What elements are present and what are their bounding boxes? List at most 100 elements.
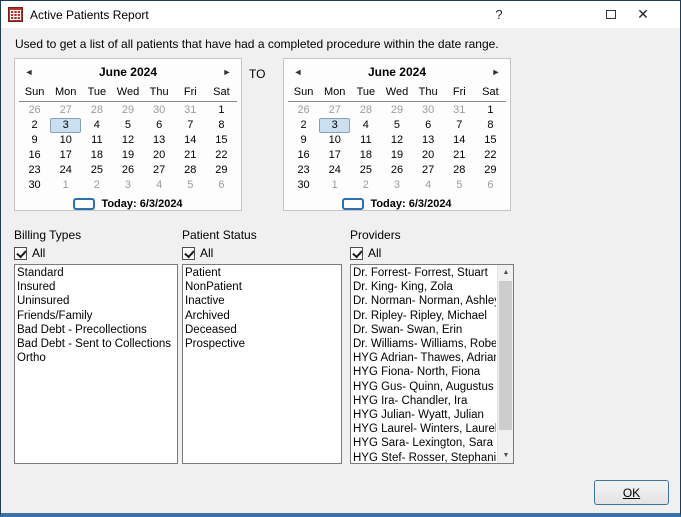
list-item[interactable]: Dr. Norman- Norman, Ashley <box>353 294 496 308</box>
calendar-day[interactable]: 21 <box>175 148 206 163</box>
calendar-day[interactable]: 4 <box>81 118 112 133</box>
calendar-day[interactable]: 15 <box>475 133 506 148</box>
calendar-day[interactable]: 1 <box>319 178 350 193</box>
patient-status-all-checkbox[interactable] <box>182 247 195 260</box>
list-item[interactable]: NonPatient <box>185 280 341 294</box>
list-item[interactable]: Insured <box>17 280 177 294</box>
list-item[interactable]: HYG Stef- Rosser, Stephanie <box>353 451 496 464</box>
calendar-day-selected[interactable]: 3 <box>50 118 81 133</box>
calendar-day[interactable]: 27 <box>413 163 444 178</box>
providers-all-checkbox[interactable] <box>350 247 363 260</box>
calendar-day[interactable]: 20 <box>144 148 175 163</box>
calendar-day[interactable]: 11 <box>81 133 112 148</box>
calendar-day[interactable]: 23 <box>19 163 50 178</box>
calendar-day[interactable]: 9 <box>288 133 319 148</box>
today-row[interactable]: Today: 6/3/2024 <box>15 194 241 213</box>
calendar-day[interactable]: 5 <box>444 178 475 193</box>
calendar-day[interactable]: 16 <box>19 148 50 163</box>
calendar-day[interactable]: 30 <box>413 103 444 118</box>
calendar-day[interactable]: 24 <box>50 163 81 178</box>
next-month-icon[interactable]: ► <box>213 67 241 77</box>
calendar-day[interactable]: 1 <box>50 178 81 193</box>
calendar-day[interactable]: 16 <box>288 148 319 163</box>
calendar-day[interactable]: 30 <box>144 103 175 118</box>
list-item[interactable]: Ortho <box>17 351 177 365</box>
calendar-day[interactable]: 13 <box>413 133 444 148</box>
calendar-day[interactable]: 29 <box>381 103 412 118</box>
calendar-day[interactable]: 28 <box>175 163 206 178</box>
list-item[interactable]: HYG Julian- Wyatt, Julian <box>353 408 496 422</box>
calendar-day[interactable]: 24 <box>319 163 350 178</box>
list-item[interactable]: Patient <box>185 266 341 280</box>
list-item[interactable]: Bad Debt - Sent to Collections <box>17 337 177 351</box>
list-item[interactable]: Archived <box>185 309 341 323</box>
calendar-day[interactable]: 12 <box>381 133 412 148</box>
calendar-day[interactable]: 3 <box>112 178 143 193</box>
calendar-day[interactable]: 26 <box>19 103 50 118</box>
calendar-day[interactable]: 27 <box>50 103 81 118</box>
calendar-day[interactable]: 27 <box>319 103 350 118</box>
calendar-day[interactable]: 6 <box>413 118 444 133</box>
calendar-day[interactable]: 2 <box>81 178 112 193</box>
calendar-day[interactable]: 2 <box>19 118 50 133</box>
calendar-day[interactable]: 5 <box>175 178 206 193</box>
calendar-day[interactable]: 21 <box>444 148 475 163</box>
list-item[interactable]: Standard <box>17 266 177 280</box>
calendar-day[interactable]: 10 <box>50 133 81 148</box>
billing-types-all-checkbox[interactable] <box>14 247 27 260</box>
list-item[interactable]: HYG Gus- Quinn, Augustus <box>353 380 496 394</box>
calendar-day[interactable]: 28 <box>81 103 112 118</box>
calendar-day[interactable]: 2 <box>288 118 319 133</box>
calendar-day[interactable]: 14 <box>444 133 475 148</box>
calendar-day[interactable]: 26 <box>112 163 143 178</box>
calendar-day[interactable]: 18 <box>81 148 112 163</box>
list-item[interactable]: HYG Laurel- Winters, Laurel <box>353 422 496 436</box>
calendar-day[interactable]: 5 <box>381 118 412 133</box>
calendar-day[interactable]: 1 <box>475 103 506 118</box>
scroll-down-icon[interactable]: ▼ <box>498 448 514 463</box>
calendar-day[interactable]: 26 <box>288 103 319 118</box>
calendar-day[interactable]: 11 <box>350 133 381 148</box>
list-item[interactable]: Friends/Family <box>17 309 177 323</box>
list-item[interactable]: HYG Sara- Lexington, Sara <box>353 436 496 450</box>
calendar-day[interactable]: 26 <box>381 163 412 178</box>
scrollbar-thumb[interactable] <box>499 281 512 430</box>
calendar-day[interactable]: 6 <box>475 178 506 193</box>
calendar-day[interactable]: 22 <box>475 148 506 163</box>
scroll-up-icon[interactable]: ▲ <box>498 265 514 280</box>
calendar-day[interactable]: 14 <box>175 133 206 148</box>
calendar-day[interactable]: 29 <box>206 163 237 178</box>
calendar-day[interactable]: 7 <box>175 118 206 133</box>
calendar-day[interactable]: 29 <box>112 103 143 118</box>
calendar-day[interactable]: 19 <box>381 148 412 163</box>
list-item[interactable]: Dr. Swan- Swan, Erin <box>353 323 496 337</box>
calendar-day[interactable]: 6 <box>206 178 237 193</box>
calendar-day[interactable]: 12 <box>112 133 143 148</box>
calendar-day[interactable]: 31 <box>444 103 475 118</box>
calendar-day[interactable]: 17 <box>50 148 81 163</box>
calendar-day[interactable]: 1 <box>206 103 237 118</box>
calendar-day[interactable]: 7 <box>444 118 475 133</box>
maximize-icon[interactable] <box>599 3 623 26</box>
list-item[interactable]: Prospective <box>185 337 341 351</box>
list-item[interactable]: Deceased <box>185 323 341 337</box>
calendar-day[interactable]: 13 <box>144 133 175 148</box>
list-item[interactable]: Dr. Williams- Williams, Robe <box>353 337 496 351</box>
list-item[interactable]: HYG Ira- Chandler, Ira <box>353 394 496 408</box>
calendar-day[interactable]: 10 <box>319 133 350 148</box>
calendar-day[interactable]: 30 <box>288 178 319 193</box>
list-item[interactable]: HYG Adrian- Thawes, Adrian <box>353 351 496 365</box>
calendar-day[interactable]: 6 <box>144 118 175 133</box>
calendar-day[interactable]: 31 <box>175 103 206 118</box>
list-item[interactable]: Bad Debt - Precollections <box>17 323 177 337</box>
calendar-day-selected[interactable]: 3 <box>319 118 350 133</box>
help-icon[interactable]: ? <box>487 3 511 26</box>
list-item[interactable]: Dr. Forrest- Forrest, Stuart <box>353 266 496 280</box>
list-item[interactable]: Inactive <box>185 294 341 308</box>
list-item[interactable]: Uninsured <box>17 294 177 308</box>
next-month-icon[interactable]: ► <box>482 67 510 77</box>
close-icon[interactable]: ✕ <box>631 3 655 26</box>
list-item[interactable]: Dr. Ripley- Ripley, Michael <box>353 309 496 323</box>
calendar-day[interactable]: 28 <box>444 163 475 178</box>
calendar-day[interactable]: 25 <box>350 163 381 178</box>
